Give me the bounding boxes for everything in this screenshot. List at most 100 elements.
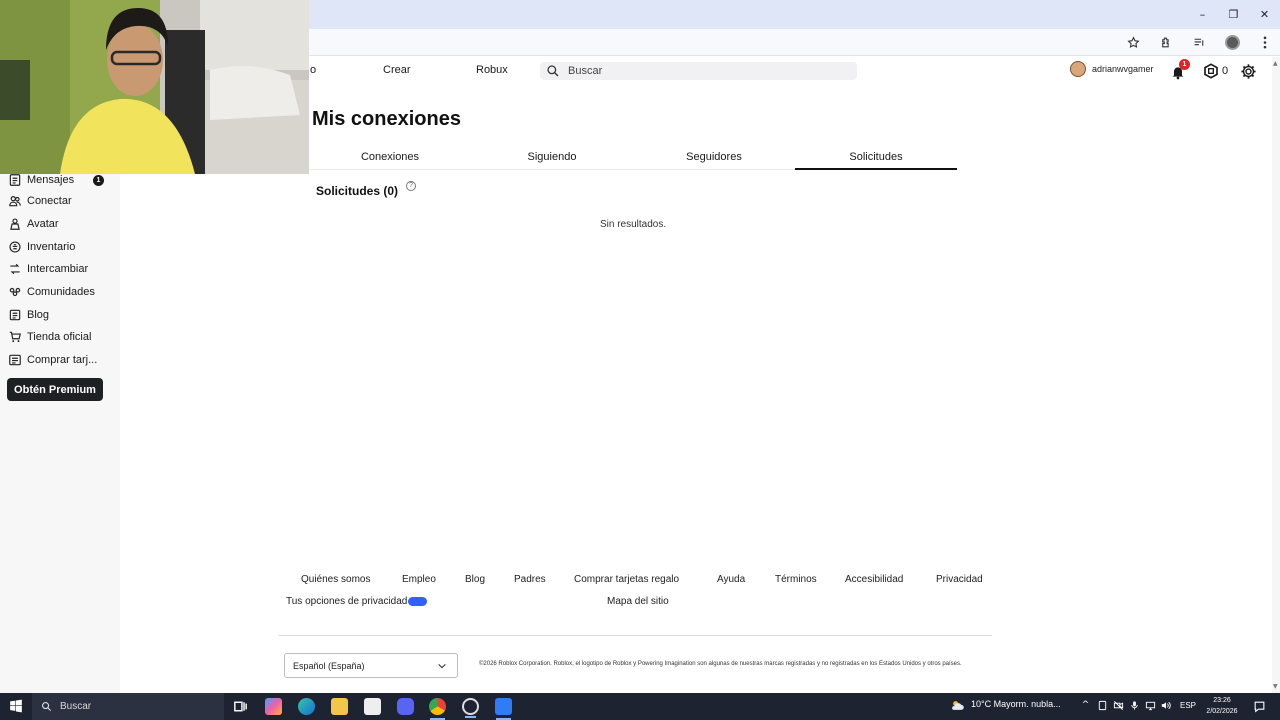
footer-link-jobs[interactable]: Empleo bbox=[402, 574, 436, 585]
privacy-options-link[interactable]: Tus opciones de privacidad bbox=[286, 596, 428, 607]
sidebar-item-avatar[interactable]: Avatar bbox=[8, 215, 59, 233]
sidebar-item-trade[interactable]: Intercambiar bbox=[8, 260, 88, 278]
sidebar-item-label: Mensajes bbox=[27, 174, 75, 186]
obs-app-icon[interactable] bbox=[462, 698, 479, 718]
robux-icon[interactable] bbox=[1203, 63, 1219, 79]
nav-link-robux[interactable]: Robux bbox=[476, 64, 508, 76]
windows-start-icon[interactable] bbox=[9, 699, 23, 713]
chevron-down-icon bbox=[438, 663, 446, 669]
os-taskbar: Buscar 10°C Mayorm. nubla... ^ ESP 23:26… bbox=[0, 693, 1280, 720]
profile-icon[interactable] bbox=[1223, 33, 1241, 51]
privacy-toggle-icon bbox=[408, 597, 428, 606]
weather-cloud-icon bbox=[952, 701, 964, 710]
volume-icon[interactable] bbox=[1160, 700, 1171, 711]
browser-menu-icon[interactable] bbox=[1256, 33, 1274, 51]
discord-app-icon[interactable] bbox=[397, 698, 414, 715]
extensions-icon[interactable] bbox=[1157, 33, 1175, 51]
edge-app-icon[interactable] bbox=[298, 698, 315, 715]
file-explorer-app-icon[interactable] bbox=[331, 698, 348, 715]
sidebar-item-gift-cards[interactable]: Comprar tarj... bbox=[8, 351, 97, 369]
scroll-down-arrow-icon[interactable]: ▼ bbox=[1273, 683, 1278, 690]
tab-followers[interactable]: Seguidores bbox=[633, 146, 795, 170]
footer-link-sitemap[interactable]: Mapa del sitio bbox=[607, 596, 669, 607]
webcam-overlay bbox=[0, 0, 309, 174]
messages-badge: 1 bbox=[93, 175, 104, 186]
sidebar-item-label: Inventario bbox=[27, 241, 76, 253]
language-select[interactable]: Español (España) bbox=[284, 653, 458, 678]
notification-badge: 1 bbox=[1179, 59, 1190, 70]
nav-link-create[interactable]: Crear bbox=[383, 64, 411, 76]
search-placeholder: Buscar bbox=[568, 65, 603, 77]
footer-link-accessibility[interactable]: Accesibilidad bbox=[845, 574, 903, 585]
sidebar-item-label: Conectar bbox=[27, 195, 72, 207]
copilot-app-icon[interactable] bbox=[265, 698, 282, 715]
clock-time: 23:26 bbox=[1213, 697, 1231, 704]
avatar bbox=[1070, 61, 1086, 77]
close-button[interactable]: ✕ bbox=[1249, 0, 1280, 29]
footer-link-parents[interactable]: Padres bbox=[514, 574, 546, 585]
username: adrianwvgamer bbox=[1092, 64, 1154, 74]
blog-icon bbox=[9, 309, 21, 321]
nav-link-partial[interactable]: o bbox=[310, 64, 316, 76]
roblox-app-icon[interactable] bbox=[495, 698, 512, 720]
keyboard-language[interactable]: ESP bbox=[1180, 701, 1196, 710]
sidebar-item-label: Tienda oficial bbox=[27, 331, 92, 343]
scroll-up-arrow-icon[interactable]: ▲ bbox=[1273, 60, 1278, 67]
system-clock[interactable]: 23:26 2/02/2026 bbox=[1199, 695, 1245, 717]
footer-link-terms[interactable]: Términos bbox=[775, 574, 817, 585]
notification-center-icon[interactable] bbox=[1253, 700, 1266, 713]
tab-connections[interactable]: Conexiones bbox=[309, 146, 471, 170]
bookmark-star-icon[interactable] bbox=[1124, 33, 1142, 51]
chrome-app-icon[interactable] bbox=[429, 698, 446, 720]
messages-icon bbox=[9, 174, 21, 186]
inventory-icon bbox=[9, 241, 21, 253]
robux-balance[interactable]: 0 bbox=[1222, 65, 1228, 77]
gear-icon[interactable] bbox=[1240, 63, 1257, 80]
media-controls-icon[interactable] bbox=[1190, 33, 1208, 51]
window-controls: – ❐ ✕ bbox=[1187, 0, 1280, 29]
network-icon[interactable] bbox=[1145, 700, 1156, 711]
tray-overflow-chevron-icon[interactable]: ^ bbox=[1080, 700, 1091, 711]
copyright-text: ©2026 Roblox Corporation. Roblox, el log… bbox=[479, 661, 962, 667]
search-input[interactable]: Buscar bbox=[540, 62, 857, 80]
minimize-button[interactable]: – bbox=[1187, 0, 1218, 29]
maximize-button[interactable]: ❐ bbox=[1218, 0, 1249, 29]
search-icon bbox=[547, 65, 559, 77]
sidebar-item-shop[interactable]: Tienda oficial bbox=[8, 328, 91, 346]
connections-tabs: Conexiones Siguiendo Seguidores Solicitu… bbox=[309, 146, 959, 170]
section-title: Solicitudes (0) bbox=[316, 184, 399, 198]
footer-link-privacy[interactable]: Privacidad bbox=[936, 574, 983, 585]
microphone-icon[interactable] bbox=[1129, 700, 1140, 711]
trade-icon bbox=[10, 263, 20, 275]
footer-link-about[interactable]: Quiénes somos bbox=[301, 574, 370, 585]
tab-requests[interactable]: Solicitudes bbox=[795, 146, 957, 170]
task-view-icon[interactable] bbox=[232, 698, 249, 715]
tab-following[interactable]: Siguiendo bbox=[471, 146, 633, 170]
get-premium-button[interactable]: Obtén Premium bbox=[7, 378, 103, 401]
sidebar-item-blog[interactable]: Blog bbox=[8, 306, 49, 324]
help-icon[interactable]: ? bbox=[406, 181, 416, 191]
empty-results-message: Sin resultados. bbox=[600, 219, 667, 230]
weather-text[interactable]: 10°C Mayorm. nubla... bbox=[971, 699, 1061, 709]
sidebar-item-inventory[interactable]: Inventario bbox=[8, 238, 75, 256]
search-icon bbox=[42, 702, 52, 712]
tray-device-icon[interactable] bbox=[1097, 700, 1108, 711]
sidebar-item-communities[interactable]: Comunidades bbox=[8, 283, 95, 301]
footer-link-blog[interactable]: Blog bbox=[465, 574, 485, 585]
taskbar-search-input[interactable]: Buscar bbox=[32, 693, 224, 720]
shop-icon bbox=[9, 331, 21, 343]
footer-link-help[interactable]: Ayuda bbox=[717, 574, 745, 585]
sidebar-item-label: Comprar tarj... bbox=[27, 354, 98, 366]
footer-link-gift-cards[interactable]: Comprar tarjetas regalo bbox=[574, 574, 679, 585]
store-app-icon[interactable] bbox=[364, 698, 381, 715]
sidebar-item-label: Avatar bbox=[27, 218, 59, 230]
clock-date: 2/02/2026 bbox=[1206, 708, 1238, 715]
connect-icon bbox=[9, 196, 21, 207]
tray-camera-off-icon[interactable] bbox=[1113, 700, 1124, 711]
privacy-options-label: Tus opciones de privacidad bbox=[286, 596, 408, 607]
language-select-value: Español (España) bbox=[293, 660, 365, 671]
page-scrollbar[interactable]: ▲ ▼ bbox=[1272, 57, 1280, 693]
user-profile-link[interactable]: adrianwvgamer bbox=[1070, 61, 1154, 77]
sidebar-item-connect[interactable]: Conectar bbox=[8, 192, 72, 210]
page-title: Mis conexiones bbox=[312, 108, 461, 130]
